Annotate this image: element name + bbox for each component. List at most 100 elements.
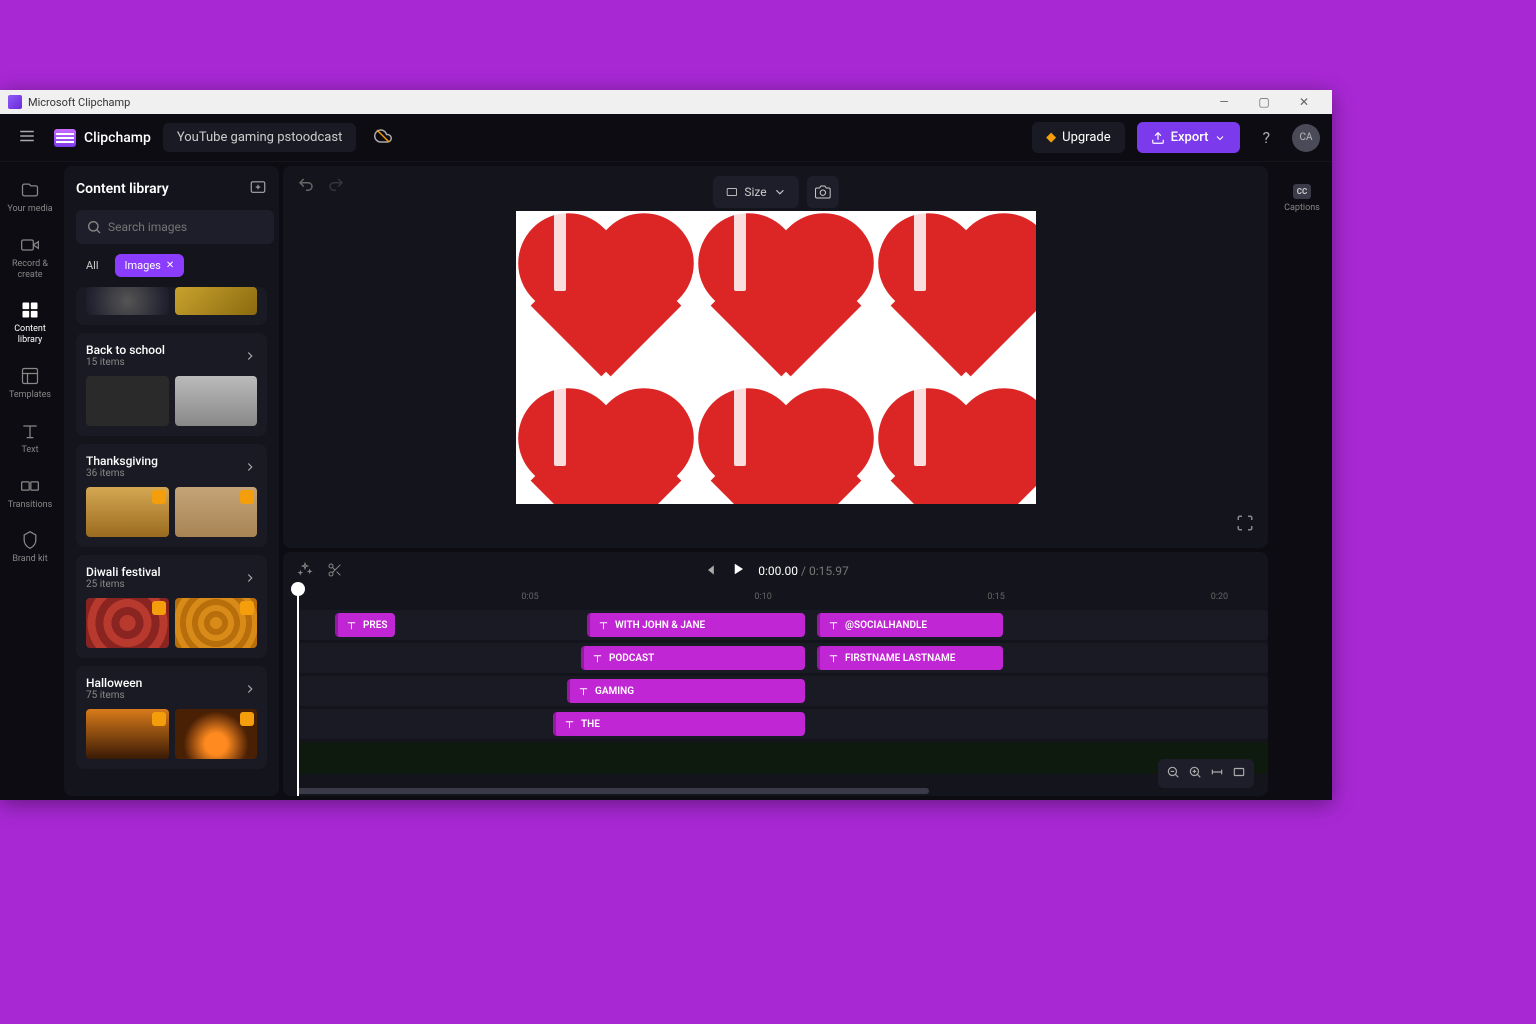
- clip-podcast[interactable]: PODCAST: [581, 646, 805, 670]
- horizontal-scrollbar[interactable]: [297, 788, 1254, 796]
- zoom-in-button[interactable]: [1188, 764, 1202, 783]
- zoom-out-button[interactable]: [1166, 764, 1180, 783]
- add-media-button[interactable]: [249, 178, 267, 200]
- nav-templates[interactable]: Templates: [0, 356, 60, 411]
- upgrade-button[interactable]: ◆ Upgrade: [1032, 122, 1124, 153]
- clip-social[interactable]: @SOCIALHANDLE: [817, 613, 1003, 637]
- content-library-panel: Content library All Images✕ Back to scho…: [64, 166, 279, 796]
- chevron-right-icon: [243, 571, 257, 585]
- thumb[interactable]: [86, 487, 169, 537]
- search-input-wrapper: [76, 210, 274, 244]
- fullscreen-button[interactable]: [1236, 514, 1254, 536]
- clip-pres[interactable]: PRES: [335, 613, 395, 637]
- clip-with[interactable]: WITH JOHN & JANE: [587, 613, 805, 637]
- clip-name[interactable]: FIRSTNAME LASTNAME: [817, 646, 1003, 670]
- clip-the[interactable]: THE: [553, 712, 805, 736]
- app-window: Microsoft Clipchamp — ▢ ✕ Clipchamp YouT…: [0, 90, 1332, 800]
- size-button[interactable]: Size: [712, 176, 798, 208]
- close-button[interactable]: ✕: [1284, 90, 1324, 114]
- clip-gaming[interactable]: GAMING: [567, 679, 805, 703]
- window-controls: — ▢ ✕: [1204, 90, 1324, 114]
- tracks[interactable]: PRES WITH JOHN & JANE @SOCIALHANDLE PODC…: [297, 610, 1268, 796]
- panel-title: Content library: [76, 181, 169, 197]
- chevron-right-icon: [243, 460, 257, 474]
- time-ruler[interactable]: 0:05 0:10 0:15 0:20: [297, 592, 1268, 610]
- search-icon: [86, 219, 102, 235]
- thumb[interactable]: [86, 287, 169, 315]
- chip-close-icon[interactable]: ✕: [166, 260, 174, 271]
- video-preview[interactable]: [516, 211, 1036, 504]
- thumb[interactable]: [86, 376, 169, 426]
- split-tool[interactable]: [327, 562, 343, 582]
- play-button[interactable]: [728, 560, 746, 582]
- nav-transitions[interactable]: Transitions: [0, 466, 60, 521]
- category-diwali[interactable]: Diwali festival25 items: [76, 555, 267, 658]
- track-1[interactable]: PRES WITH JOHN & JANE @SOCIALHANDLE: [297, 610, 1268, 640]
- chip-all[interactable]: All: [76, 254, 109, 277]
- category-halloween[interactable]: Halloween75 items: [76, 666, 267, 769]
- help-button[interactable]: ?: [1252, 122, 1280, 153]
- window-title: Microsoft Clipchamp: [28, 96, 130, 109]
- zoom-controls: [1158, 759, 1254, 788]
- skip-back-button[interactable]: [702, 562, 716, 581]
- category-back-to-school[interactable]: Back to school15 items: [76, 333, 267, 436]
- cloud-sync-icon[interactable]: [368, 121, 398, 155]
- nav-content-library[interactable]: Content library: [0, 290, 60, 356]
- thumb[interactable]: [175, 376, 258, 426]
- menu-button[interactable]: [12, 121, 42, 155]
- track-3[interactable]: GAMING: [297, 676, 1268, 706]
- redo-button[interactable]: [327, 176, 345, 198]
- chevron-right-icon: [243, 682, 257, 696]
- nav-record-create[interactable]: Record & create: [0, 225, 60, 291]
- fit-width-button[interactable]: [1210, 764, 1224, 783]
- undo-redo: [297, 176, 345, 198]
- thumb[interactable]: [175, 487, 258, 537]
- playhead[interactable]: [297, 584, 299, 796]
- app-name: Clipchamp: [84, 130, 151, 146]
- thumb[interactable]: [86, 709, 169, 759]
- filter-chips: All Images✕: [76, 254, 267, 277]
- fit-button[interactable]: [1232, 764, 1246, 783]
- track-4[interactable]: THE: [297, 709, 1268, 739]
- right-nav: CCCaptions: [1272, 162, 1332, 800]
- nav-brand-kit[interactable]: Brand kit: [0, 520, 60, 575]
- diamond-icon: ◆: [1046, 130, 1056, 145]
- magic-tool[interactable]: [297, 562, 313, 582]
- nav-captions[interactable]: CCCaptions: [1276, 176, 1328, 221]
- nav-your-media[interactable]: Your media: [0, 170, 60, 225]
- chip-images[interactable]: Images✕: [115, 254, 185, 277]
- thumb[interactable]: [86, 598, 169, 648]
- thumb[interactable]: [175, 287, 258, 315]
- chevron-right-icon: [243, 349, 257, 363]
- category-thanksgiving[interactable]: Thanksgiving36 items: [76, 444, 267, 547]
- search-input[interactable]: [108, 220, 264, 234]
- upgrade-label: Upgrade: [1062, 130, 1110, 145]
- avatar[interactable]: CA: [1292, 124, 1320, 152]
- canvas-toolbar: Size: [712, 176, 838, 208]
- export-button[interactable]: Export: [1137, 122, 1241, 153]
- nav-text[interactable]: Text: [0, 411, 60, 466]
- track-media[interactable]: [297, 742, 1268, 774]
- category-partial: [76, 287, 267, 325]
- app-logo: Clipchamp: [54, 129, 151, 147]
- maximize-button[interactable]: ▢: [1244, 90, 1284, 114]
- chevron-down-icon: [773, 185, 787, 199]
- category-list[interactable]: Back to school15 items Thanksgiving36 it…: [76, 287, 267, 784]
- title-bar: Microsoft Clipchamp — ▢ ✕: [0, 90, 1332, 114]
- undo-button[interactable]: [297, 176, 315, 198]
- track-2[interactable]: PODCAST FIRSTNAME LASTNAME: [297, 643, 1268, 673]
- timeline: 0:00.00 / 0:15.97 0:05 0:10 0:15 0:20 PR…: [283, 552, 1268, 796]
- thumb[interactable]: [175, 709, 258, 759]
- playback-controls: 0:00.00 / 0:15.97: [702, 560, 849, 582]
- main-area: Size 0:00.00 / 0:15.97: [283, 166, 1268, 796]
- left-nav: Your media Record & create Content libra…: [0, 162, 60, 800]
- main-body: Your media Record & create Content libra…: [0, 162, 1332, 800]
- clipchamp-icon: [54, 129, 76, 147]
- project-name[interactable]: YouTube gaming pstoodcast: [163, 123, 356, 152]
- minimize-button[interactable]: —: [1204, 90, 1244, 114]
- thumb[interactable]: [175, 598, 258, 648]
- timecode: 0:00.00 / 0:15.97: [758, 564, 849, 578]
- panel-header: Content library: [76, 178, 267, 200]
- scrollbar-thumb[interactable]: [297, 788, 929, 794]
- camera-button[interactable]: [807, 176, 839, 208]
